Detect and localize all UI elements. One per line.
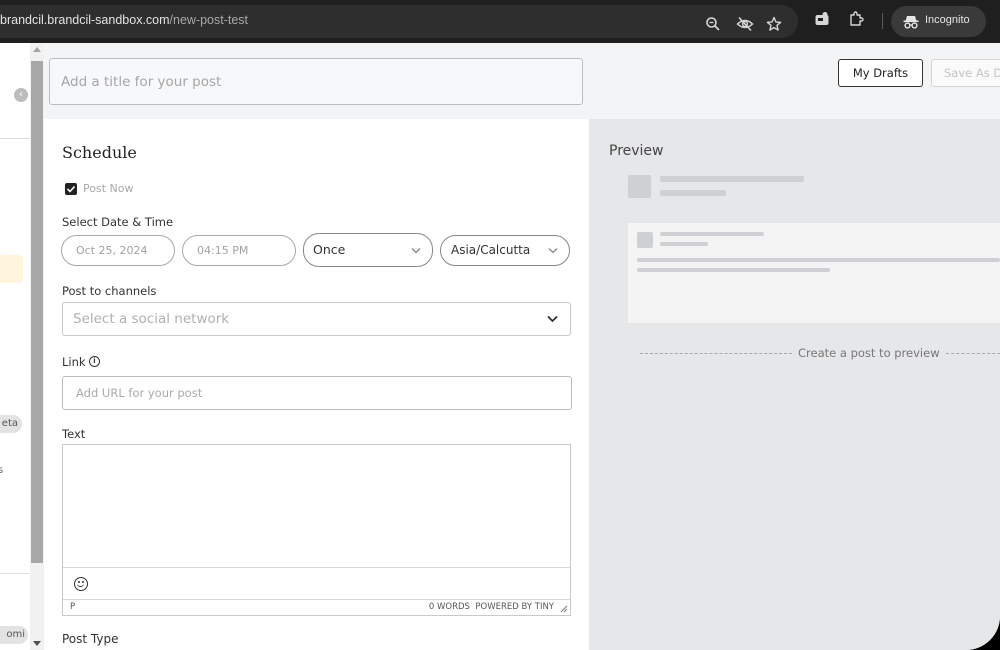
incognito-icon	[903, 16, 919, 29]
dashed-divider	[640, 353, 792, 354]
editor-statusbar: P 0 WORDS POWERED BY TINY	[63, 599, 570, 615]
star-icon[interactable]	[766, 16, 784, 34]
text-label: Text	[62, 427, 86, 441]
sidebar-item-active[interactable]	[0, 255, 23, 283]
preview-panel: Preview Create a post to preview	[589, 119, 1000, 650]
collapse-sidebar-icon[interactable]: ‹	[14, 88, 28, 102]
repeat-value: Once	[313, 242, 346, 257]
skeleton-avatar	[637, 232, 653, 248]
dashed-divider	[945, 353, 1000, 354]
browser-toolbar: brandcil.brandcil-sandbox.com/new-post-t…	[0, 0, 1000, 43]
address-bar[interactable]: brandcil.brandcil-sandbox.com/new-post-t…	[0, 5, 798, 38]
date-picker[interactable]: Oct 25, 2024	[61, 235, 175, 266]
info-icon[interactable]: i	[89, 356, 100, 367]
editor-status-right: 0 WORDS POWERED BY TINY	[429, 600, 554, 615]
emoji-icon[interactable]	[74, 577, 88, 591]
schedule-heading: Schedule	[62, 143, 137, 162]
link-label: Link	[62, 355, 86, 369]
preview-empty-state: Create a post to preview	[634, 346, 1000, 360]
post-header: My Drafts Save As D	[44, 43, 1000, 119]
skeleton-line	[637, 258, 1000, 262]
incognito-label: Incognito	[925, 14, 970, 26]
checkmark-icon	[66, 185, 76, 193]
sidebar-divider	[0, 138, 30, 139]
post-type-label: Post Type	[62, 632, 119, 646]
sidebar-divider	[0, 573, 30, 574]
skeleton-avatar	[628, 175, 651, 198]
skeleton-line	[637, 268, 830, 272]
toolbar-separator	[882, 13, 883, 29]
channels-label: Post to channels	[62, 284, 157, 298]
skeleton-line	[660, 242, 708, 246]
app-sidebar: ‹ eta s omi	[0, 43, 30, 650]
skeleton-line	[660, 190, 726, 196]
post-title-input[interactable]	[49, 58, 583, 105]
resize-handle-icon[interactable]	[560, 605, 568, 613]
url-path: /new-post-test	[169, 13, 249, 27]
editor-element-path[interactable]: P	[70, 600, 75, 615]
repeat-select[interactable]: Once	[303, 233, 433, 267]
time-picker[interactable]: 04:15 PM	[182, 235, 296, 266]
text-editor-area[interactable]	[63, 445, 570, 567]
sidebar-item-label[interactable]: s	[0, 465, 3, 476]
zoom-icon[interactable]	[705, 16, 723, 34]
post-now-label[interactable]: Post Now	[83, 182, 133, 195]
scroll-thumb[interactable]	[31, 61, 43, 563]
puzzle-icon[interactable]	[848, 11, 866, 29]
timezone-select[interactable]: Asia/Calcutta	[440, 235, 570, 266]
skeleton-line	[660, 232, 764, 236]
post-now-checkbox[interactable]	[65, 183, 77, 195]
chevron-down-icon	[548, 248, 558, 254]
admin-badge[interactable]: omi	[0, 626, 28, 644]
screen: brandcil.brandcil-sandbox.com/new-post-t…	[0, 0, 1000, 650]
incognito-button[interactable]: Incognito	[891, 6, 986, 37]
post-form: Schedule Post Now Select Date & Time Oct…	[44, 119, 589, 650]
extension-app-icon[interactable]	[814, 11, 832, 29]
url-host: brandcil.brandcil-sandbox.com	[0, 13, 170, 27]
sidebar-scrollbar[interactable]	[30, 43, 44, 650]
social-network-select[interactable]: Select a social network	[62, 302, 571, 336]
timezone-value: Asia/Calcutta	[451, 243, 531, 257]
beta-badge: eta	[0, 415, 22, 433]
link-input[interactable]: Add URL for your post	[62, 376, 572, 410]
chevron-down-icon	[411, 248, 421, 254]
preview-title: Preview	[609, 143, 664, 159]
social-network-placeholder: Select a social network	[73, 311, 230, 327]
save-as-draft-button[interactable]: Save As D	[931, 59, 1000, 87]
skeleton-post-card	[628, 223, 1000, 323]
scroll-down-arrow-icon[interactable]	[33, 641, 41, 646]
editor-toolbar	[63, 567, 570, 599]
date-time-label: Select Date & Time	[62, 215, 174, 229]
scroll-up-arrow-icon[interactable]	[33, 47, 41, 52]
preview-empty-message: Create a post to preview	[798, 346, 940, 360]
chevron-down-icon	[547, 315, 558, 323]
skeleton-line	[660, 176, 804, 182]
eye-off-icon[interactable]	[736, 16, 754, 34]
url-text: brandcil.brandcil-sandbox.com/new-post-t…	[0, 13, 248, 27]
my-drafts-button[interactable]: My Drafts	[838, 59, 923, 87]
text-editor: P 0 WORDS POWERED BY TINY	[62, 444, 571, 616]
word-count[interactable]: 0 WORDS	[429, 602, 470, 612]
powered-by-tiny[interactable]: POWERED BY TINY	[475, 602, 554, 612]
